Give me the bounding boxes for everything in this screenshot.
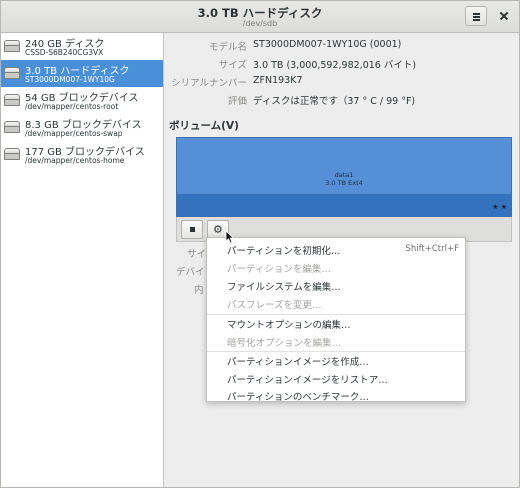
menu-item-label: ファイルシステムを編集… — [227, 282, 341, 293]
menu-item-label: パーティションを初期化… — [227, 246, 341, 257]
device-path: CSSD-S6B240CG3VX — [25, 48, 104, 57]
menu-item-restore-partition-image[interactable]: パーティションイメージをリストア… — [207, 370, 465, 388]
menu-item-benchmark-partition[interactable]: パーティションのベンチマーク… — [207, 387, 465, 403]
partition-lower-band — [177, 194, 511, 216]
close-icon[interactable] — [495, 7, 513, 25]
partition-context-menu: パーティションを初期化… Shift+Ctrl+F パーティションを編集… ファ… — [206, 237, 466, 403]
device-path: /dev/mapper/centos-home — [25, 156, 125, 165]
menu-item-label: マウントオプションの編集… — [227, 320, 351, 331]
hamburger-icon — [473, 13, 480, 15]
menu-item-create-partition-image[interactable]: パーティションイメージを作成… — [207, 352, 465, 370]
menu-item-edit-filesystem[interactable]: ファイルシステムを編集… — [207, 277, 465, 295]
gears-icon: ⚙ — [213, 223, 223, 236]
harddisk-icon — [4, 67, 20, 79]
partition-type: 3.0 TB Ext4 — [325, 179, 363, 187]
menu-item-label: パスフレーズを変更… — [227, 300, 322, 311]
harddisk-icon — [4, 94, 20, 106]
assessment-label: 評価 — [227, 96, 247, 107]
sidebar-item-centos-root[interactable]: 54 GB ブロックデバイス /dev/mapper/centos-root — [1, 87, 163, 114]
window-subtitle: /dev/sdb — [242, 19, 278, 28]
menu-item-edit-partition: パーティションを編集… — [207, 259, 465, 277]
size-value: 3.0 TB (3,000,592,982,016 バイト) — [253, 60, 417, 71]
partition-contents-label: 内 — [194, 285, 204, 296]
sidebar-item-240gb-disk[interactable]: 240 GB ディスク CSSD-S6B240CG3VX — [1, 33, 163, 60]
header-bar: 3.0 TB ハードディスク /dev/sdb — [1, 1, 519, 33]
menu-item-shortcut: Shift+Ctrl+F — [405, 244, 459, 254]
device-path: /dev/mapper/centos-root — [25, 102, 119, 111]
partition-device-label: デバイ — [176, 267, 205, 278]
serial-value: ZFN193K7 — [253, 75, 303, 86]
model-label: モデル名 — [208, 42, 247, 53]
menu-item-label: パーティションを編集… — [227, 264, 331, 275]
volumes-heading: ボリューム(V) — [169, 120, 239, 132]
hamburger-icon-line — [473, 16, 480, 18]
menu-item-label: パーティションのベンチマーク… — [227, 392, 369, 403]
menu-item-edit-mount-options[interactable]: マウントオプションの編集… — [207, 315, 465, 333]
menu-item-label: パーティションイメージをリストア… — [227, 375, 388, 386]
device-path: ST3000DM007-1WY10G — [25, 75, 115, 84]
disks-window: 3.0 TB ハードディスク /dev/sdb 240 GB ディスク CSSD… — [0, 0, 520, 488]
harddisk-icon — [4, 40, 20, 52]
device-sidebar: 240 GB ディスク CSSD-S6B240CG3VX 3.0 TB ハードデ… — [1, 33, 164, 487]
serial-label: シリアルナンバー — [171, 78, 247, 89]
harddisk-icon — [4, 121, 20, 133]
menu-item-label: パーティションイメージを作成… — [227, 357, 369, 368]
assessment-value: ディスクは正常です（37 ° C / 99 °F) — [253, 96, 416, 107]
sidebar-item-centos-home[interactable]: 177 GB ブロックデバイス /dev/mapper/centos-home — [1, 141, 163, 168]
size-label: サイズ — [218, 60, 247, 71]
partition-block[interactable]: data1 3.0 TB Ext4 ★ ★ — [176, 137, 512, 217]
hamburger-icon-line — [473, 19, 480, 21]
sidebar-item-centos-swap[interactable]: 8.3 GB ブロックデバイス /dev/mapper/centos-swap — [1, 114, 163, 141]
partition-status-icons: ★ ★ — [492, 203, 507, 211]
menu-item-label: 暗号化オプションを編集… — [227, 338, 342, 349]
partition-size-label: サイ — [187, 249, 207, 260]
stop-icon — [190, 227, 195, 232]
device-path: /dev/mapper/centos-swap — [25, 129, 123, 138]
partition-name: data1 — [334, 171, 354, 179]
drive-menu-button[interactable] — [465, 6, 487, 26]
model-value: ST3000DM007-1WY10G (0001) — [253, 39, 402, 50]
menu-item-change-passphrase: パスフレーズを変更… — [207, 295, 465, 313]
sidebar-item-3tb-harddisk[interactable]: 3.0 TB ハードディスク ST3000DM007-1WY10G — [1, 60, 163, 87]
mouse-pointer-icon — [225, 230, 235, 244]
harddisk-icon — [4, 148, 20, 160]
unmount-button[interactable] — [181, 220, 203, 239]
menu-item-edit-encryption-options: 暗号化オプションを編集… — [207, 333, 465, 351]
menu-item-format-partition[interactable]: パーティションを初期化… Shift+Ctrl+F — [207, 241, 465, 259]
